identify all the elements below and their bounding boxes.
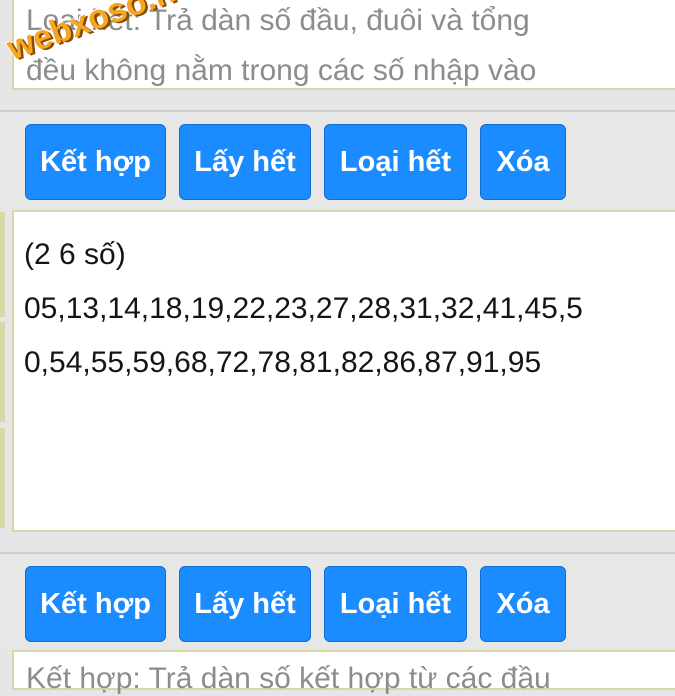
toolbar-top: Kết hợp Lấy hết Loại hết Xóa — [0, 110, 675, 207]
result-output[interactable]: (2 6 số) 05,13,14,18,19,22,23,27,28,31,3… — [24, 228, 674, 390]
remove-all-button[interactable]: Loại hết — [324, 566, 467, 642]
side-border — [0, 212, 5, 317]
side-border — [0, 428, 5, 528]
combine-button[interactable]: Kết hợp — [25, 124, 166, 200]
result-panel[interactable]: (2 6 số) 05,13,14,18,19,22,23,27,28,31,3… — [12, 210, 675, 532]
toolbar-bottom: Kết hợp Lấy hết Loại hết Xóa — [0, 552, 675, 649]
take-all-button[interactable]: Lấy hết — [179, 124, 311, 200]
clear-button[interactable]: Xóa — [480, 124, 566, 200]
side-border — [0, 322, 5, 422]
result-line-2: 0,54,55,59,68,72,78,81,82,86,87,91,95 — [24, 346, 542, 379]
take-all-button[interactable]: Lấy hết — [179, 566, 311, 642]
remove-all-button[interactable]: Loại hết — [324, 124, 467, 200]
instruction-panel-bottom: Kết hợp: Trả dàn số kết hợp từ các đầu — [12, 650, 675, 695]
instruction-line-2: đều không nằm trong các số nhập vào — [26, 54, 537, 87]
instruction-text: Kết hợp: Trả dàn số kết hợp từ các đầu — [26, 662, 551, 695]
clear-button[interactable]: Xóa — [480, 566, 566, 642]
combine-button[interactable]: Kết hợp — [25, 566, 166, 642]
result-line-1: 05,13,14,18,19,22,23,27,28,31,32,41,45,5 — [24, 292, 583, 325]
result-header: (2 6 số) — [24, 238, 126, 271]
